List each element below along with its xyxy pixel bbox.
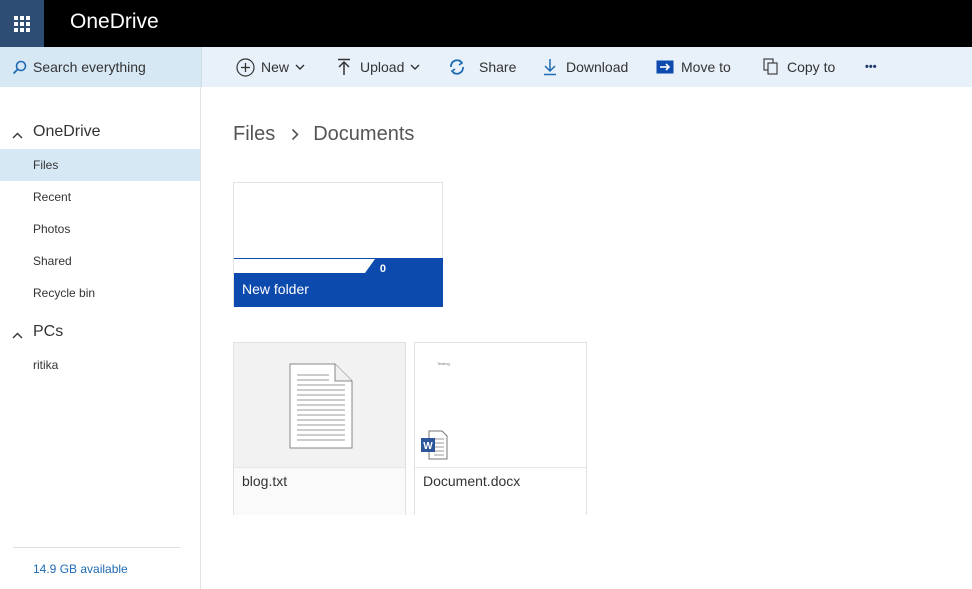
upload-icon: [334, 57, 354, 77]
share-button[interactable]: Share: [447, 47, 516, 87]
document-preview-text: Testing: [437, 361, 450, 366]
nav-item-files[interactable]: Files: [0, 149, 200, 181]
nav-section-label: PCs: [33, 323, 64, 340]
folder-tab-notch: [365, 259, 375, 273]
folder-tab-gap: [234, 259, 365, 273]
copy-to-button[interactable]: Copy to: [761, 47, 835, 87]
storage-available-link[interactable]: 14.9 GB available: [33, 562, 128, 576]
file-thumbnail: Testing W: [415, 343, 586, 467]
nav-section-onedrive[interactable]: OneDrive: [0, 117, 200, 147]
app-title[interactable]: OneDrive: [70, 10, 159, 34]
breadcrumb-documents: Documents: [313, 122, 415, 145]
new-label: New: [261, 59, 290, 75]
breadcrumb: Files Documents: [233, 120, 414, 148]
upload-button[interactable]: Upload: [334, 47, 420, 87]
nav-item-shared[interactable]: Shared: [0, 245, 200, 277]
nav-section-pcs[interactable]: PCs: [0, 317, 200, 347]
file-name: blog.txt: [242, 473, 288, 489]
left-nav: OneDrive Files Recent Photos Shared Recy…: [0, 87, 201, 589]
svg-text:W: W: [423, 441, 433, 452]
command-bar: New Upload Share Download Move to Copy t…: [201, 47, 972, 87]
nav-item-pc-ritika[interactable]: ritika: [0, 349, 200, 381]
file-thumbnail: [234, 343, 405, 467]
chevron-down-icon: [410, 64, 420, 70]
nav-section-label: OneDrive: [33, 123, 101, 140]
chevron-down-icon: [295, 64, 305, 70]
search-icon: [12, 60, 27, 74]
folder-item-count: 0: [379, 263, 386, 275]
search-label: Search everything: [33, 59, 146, 75]
folder-tile[interactable]: 0 New folder: [233, 182, 443, 307]
top-bar: OneDrive: [0, 0, 972, 47]
plus-circle-icon: [235, 57, 255, 77]
new-button[interactable]: New: [235, 47, 305, 87]
copy-to-label: Copy to: [787, 59, 836, 75]
app-launcher-button[interactable]: [0, 0, 44, 47]
folder-name: New folder: [242, 281, 309, 297]
file-tile[interactable]: blog.txt: [233, 342, 406, 515]
chevron-up-icon: [12, 126, 23, 144]
nav-item-photos[interactable]: Photos: [0, 213, 200, 245]
move-to-button[interactable]: Move to: [655, 47, 731, 87]
copy-icon: [761, 57, 781, 77]
download-button[interactable]: Download: [540, 47, 628, 87]
more-icon: •••: [865, 61, 877, 73]
word-file-icon: W: [421, 430, 448, 460]
download-label: Download: [566, 59, 629, 75]
more-options-button[interactable]: •••: [865, 47, 877, 87]
nav-item-recent[interactable]: Recent: [0, 181, 200, 213]
move-to-icon: [655, 57, 675, 77]
nav-item-recycle-bin[interactable]: Recycle bin: [0, 277, 200, 309]
download-icon: [540, 57, 560, 77]
search-box[interactable]: Search everything: [0, 47, 201, 87]
breadcrumb-files[interactable]: Files: [233, 123, 275, 146]
move-to-label: Move to: [681, 59, 731, 75]
chevron-right-icon: [291, 128, 299, 141]
chevron-up-icon: [12, 326, 23, 344]
file-tile[interactable]: Testing W Document.docx: [414, 342, 587, 515]
share-icon: [447, 57, 467, 77]
share-label: Share: [479, 59, 517, 75]
divider: [13, 547, 180, 548]
text-file-icon: [289, 363, 353, 449]
upload-label: Upload: [360, 59, 405, 75]
waffle-icon: [14, 15, 30, 32]
file-name: Document.docx: [423, 473, 521, 489]
